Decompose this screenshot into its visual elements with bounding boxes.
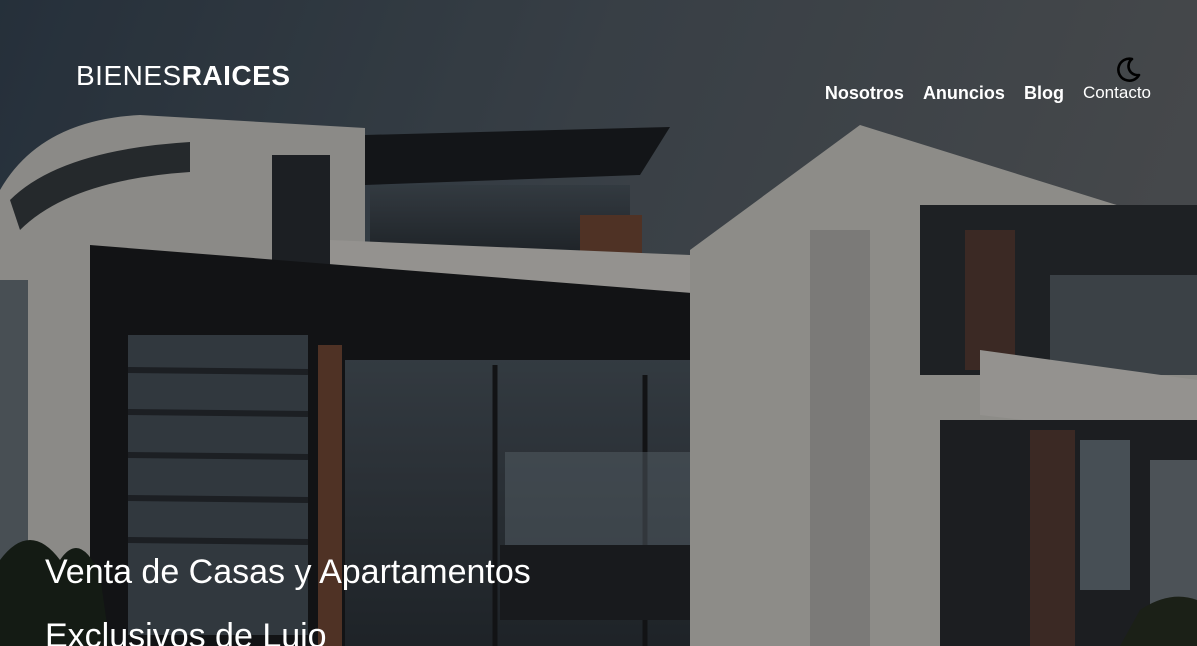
site-logo[interactable]: BIENESRAICES <box>76 60 291 92</box>
logo-text-light: BIENES <box>76 60 182 91</box>
logo-text-bold: RAICES <box>181 60 291 91</box>
main-navigation: Nosotros Anuncios Blog Contacto <box>825 81 1151 105</box>
hero-header: BIENESRAICES Nosotros Anuncios Blog Cont… <box>0 0 1197 646</box>
nav-link-contacto[interactable]: Contacto <box>1083 81 1151 105</box>
hero-headline: Venta de Casas y Apartamentos Exclusivos… <box>45 540 745 646</box>
nav-link-nosotros[interactable]: Nosotros <box>825 81 904 105</box>
moon-icon[interactable] <box>1112 54 1142 84</box>
hero-headline-line2: Exclusivos de Lujo <box>45 617 327 646</box>
hero-headline-line1: Venta de Casas y Apartamentos <box>45 553 531 591</box>
nav-link-anuncios[interactable]: Anuncios <box>923 81 1005 105</box>
nav-link-blog[interactable]: Blog <box>1024 81 1064 105</box>
